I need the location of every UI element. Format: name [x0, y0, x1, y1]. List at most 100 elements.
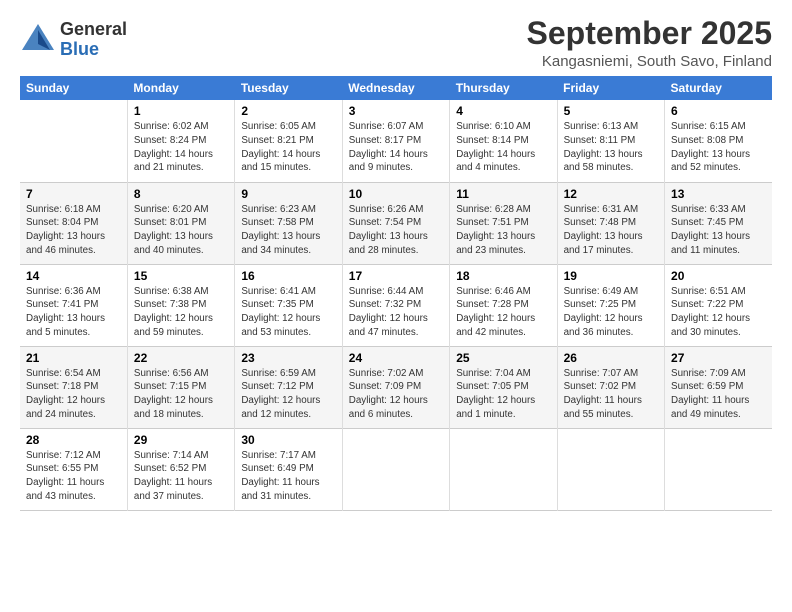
day-info: Sunrise: 6:49 AM Sunset: 7:25 PM Dayligh…	[564, 285, 658, 340]
logo-blue-text: Blue	[60, 40, 127, 60]
day-number: 25	[456, 351, 550, 365]
day-cell: 15Sunrise: 6:38 AM Sunset: 7:38 PM Dayli…	[127, 264, 234, 346]
day-info: Sunrise: 7:07 AM Sunset: 7:02 PM Dayligh…	[564, 367, 658, 422]
calendar-table: Sunday Monday Tuesday Wednesday Thursday…	[20, 76, 772, 511]
day-number: 13	[671, 187, 766, 201]
day-info: Sunrise: 6:28 AM Sunset: 7:51 PM Dayligh…	[456, 203, 550, 258]
day-cell: 2 Sunrise: 6:05 AM Sunset: 8:21 PM Daylig…	[235, 100, 342, 182]
day-cell: 9 Sunrise: 6:23 AM Sunset: 7:58 PM Daylig…	[235, 182, 342, 264]
col-saturday: Saturday	[665, 76, 772, 100]
day-cell: 17 Sunrise: 6:44 AM Sunset: 7:32 PM Dayli…	[342, 264, 449, 346]
col-thursday: Thursday	[450, 76, 557, 100]
week-row-1: 1 Sunrise: 6:02 AM Sunset: 8:24 PM Daylig…	[20, 100, 772, 182]
day-cell: 20Sunrise: 6:51 AM Sunset: 7:22 PM Dayli…	[665, 264, 772, 346]
day-number: 28	[26, 433, 121, 447]
logo-icon	[20, 22, 56, 58]
logo: General Blue	[20, 20, 127, 60]
day-info: Sunrise: 6:44 AM Sunset: 7:32 PM Dayligh…	[349, 285, 443, 340]
day-cell: 6 Sunrise: 6:15 AM Sunset: 8:08 PM Daylig…	[665, 100, 772, 182]
day-number: 6	[671, 104, 766, 118]
page: General Blue September 2025 Kangasniemi,…	[0, 0, 792, 612]
day-number: 12	[564, 187, 658, 201]
day-cell: 19Sunrise: 6:49 AM Sunset: 7:25 PM Dayli…	[557, 264, 664, 346]
day-number: 23	[241, 351, 335, 365]
day-cell: 21 Sunrise: 6:54 AM Sunset: 7:18 PM Dayli…	[20, 346, 127, 428]
day-number: 14	[26, 269, 121, 283]
day-info: Sunrise: 6:23 AM Sunset: 7:58 PM Dayligh…	[241, 203, 335, 258]
day-info: Sunrise: 7:02 AM Sunset: 7:09 PM Dayligh…	[349, 367, 443, 422]
day-cell: 16Sunrise: 6:41 AM Sunset: 7:35 PM Dayli…	[235, 264, 342, 346]
day-cell: 4 Sunrise: 6:10 AM Sunset: 8:14 PM Daylig…	[450, 100, 557, 182]
month-title: September 2025	[527, 16, 772, 51]
day-number: 3	[349, 104, 443, 118]
day-cell: 5 Sunrise: 6:13 AM Sunset: 8:11 PM Daylig…	[557, 100, 664, 182]
week-row-4: 21 Sunrise: 6:54 AM Sunset: 7:18 PM Dayli…	[20, 346, 772, 428]
day-info: Sunrise: 6:07 AM Sunset: 8:17 PM Dayligh…	[349, 120, 443, 175]
day-number: 29	[134, 433, 228, 447]
day-cell: 10 Sunrise: 6:26 AM Sunset: 7:54 PM Dayli…	[342, 182, 449, 264]
col-friday: Friday	[557, 76, 664, 100]
day-number: 22	[134, 351, 228, 365]
day-info: Sunrise: 6:46 AM Sunset: 7:28 PM Dayligh…	[456, 285, 550, 340]
day-number: 26	[564, 351, 658, 365]
day-number: 24	[349, 351, 443, 365]
day-number: 4	[456, 104, 550, 118]
day-info: Sunrise: 7:09 AM Sunset: 6:59 PM Dayligh…	[671, 367, 766, 422]
day-info: Sunrise: 7:14 AM Sunset: 6:52 PM Dayligh…	[134, 449, 228, 504]
day-info: Sunrise: 6:51 AM Sunset: 7:22 PM Dayligh…	[671, 285, 766, 340]
day-info: Sunrise: 7:12 AM Sunset: 6:55 PM Dayligh…	[26, 449, 121, 504]
day-cell: 25 Sunrise: 7:04 AM Sunset: 7:05 PM Dayli…	[450, 346, 557, 428]
day-cell	[557, 428, 664, 510]
day-number: 1	[134, 104, 228, 118]
day-number: 18	[456, 269, 550, 283]
day-cell	[342, 428, 449, 510]
day-number: 30	[241, 433, 335, 447]
day-number: 2	[241, 104, 335, 118]
day-info: Sunrise: 6:31 AM Sunset: 7:48 PM Dayligh…	[564, 203, 658, 258]
col-monday: Monday	[127, 76, 234, 100]
week-row-5: 28 Sunrise: 7:12 AM Sunset: 6:55 PM Dayli…	[20, 428, 772, 510]
day-info: Sunrise: 6:20 AM Sunset: 8:01 PM Dayligh…	[134, 203, 228, 258]
day-info: Sunrise: 6:59 AM Sunset: 7:12 PM Dayligh…	[241, 367, 335, 422]
day-number: 17	[349, 269, 443, 283]
col-sunday: Sunday	[20, 76, 127, 100]
day-info: Sunrise: 6:33 AM Sunset: 7:45 PM Dayligh…	[671, 203, 766, 258]
day-info: Sunrise: 6:02 AM Sunset: 8:24 PM Dayligh…	[134, 120, 228, 175]
logo-general-text: General	[60, 20, 127, 40]
day-info: Sunrise: 6:41 AM Sunset: 7:35 PM Dayligh…	[241, 285, 335, 340]
day-info: Sunrise: 6:36 AM Sunset: 7:41 PM Dayligh…	[26, 285, 121, 340]
day-cell	[665, 428, 772, 510]
day-cell: 22 Sunrise: 6:56 AM Sunset: 7:15 PM Dayli…	[127, 346, 234, 428]
day-cell: 28 Sunrise: 7:12 AM Sunset: 6:55 PM Dayli…	[20, 428, 127, 510]
day-cell: 30 Sunrise: 7:17 AM Sunset: 6:49 PM Dayli…	[235, 428, 342, 510]
day-number: 8	[134, 187, 228, 201]
day-number: 21	[26, 351, 121, 365]
header-row: Sunday Monday Tuesday Wednesday Thursday…	[20, 76, 772, 100]
day-info: Sunrise: 6:05 AM Sunset: 8:21 PM Dayligh…	[241, 120, 335, 175]
week-row-3: 14 Sunrise: 6:36 AM Sunset: 7:41 PM Dayli…	[20, 264, 772, 346]
day-cell: 8 Sunrise: 6:20 AM Sunset: 8:01 PM Daylig…	[127, 182, 234, 264]
day-info: Sunrise: 6:18 AM Sunset: 8:04 PM Dayligh…	[26, 203, 121, 258]
day-info: Sunrise: 7:04 AM Sunset: 7:05 PM Dayligh…	[456, 367, 550, 422]
logo-text: General Blue	[60, 20, 127, 60]
day-number: 9	[241, 187, 335, 201]
day-number: 5	[564, 104, 658, 118]
day-info: Sunrise: 6:13 AM Sunset: 8:11 PM Dayligh…	[564, 120, 658, 175]
col-wednesday: Wednesday	[342, 76, 449, 100]
day-cell: 13 Sunrise: 6:33 AM Sunset: 7:45 PM Dayli…	[665, 182, 772, 264]
day-info: Sunrise: 6:10 AM Sunset: 8:14 PM Dayligh…	[456, 120, 550, 175]
day-cell	[450, 428, 557, 510]
day-number: 10	[349, 187, 443, 201]
day-info: Sunrise: 6:54 AM Sunset: 7:18 PM Dayligh…	[26, 367, 121, 422]
day-cell: 7 Sunrise: 6:18 AM Sunset: 8:04 PM Daylig…	[20, 182, 127, 264]
day-cell: 29 Sunrise: 7:14 AM Sunset: 6:52 PM Dayli…	[127, 428, 234, 510]
day-cell: 23 Sunrise: 6:59 AM Sunset: 7:12 PM Dayli…	[235, 346, 342, 428]
week-row-2: 7 Sunrise: 6:18 AM Sunset: 8:04 PM Daylig…	[20, 182, 772, 264]
day-number: 7	[26, 187, 121, 201]
day-info: Sunrise: 6:38 AM Sunset: 7:38 PM Dayligh…	[134, 285, 228, 340]
day-info: Sunrise: 6:15 AM Sunset: 8:08 PM Dayligh…	[671, 120, 766, 175]
day-info: Sunrise: 7:17 AM Sunset: 6:49 PM Dayligh…	[241, 449, 335, 504]
day-info: Sunrise: 6:56 AM Sunset: 7:15 PM Dayligh…	[134, 367, 228, 422]
day-info: Sunrise: 6:26 AM Sunset: 7:54 PM Dayligh…	[349, 203, 443, 258]
day-number: 27	[671, 351, 766, 365]
